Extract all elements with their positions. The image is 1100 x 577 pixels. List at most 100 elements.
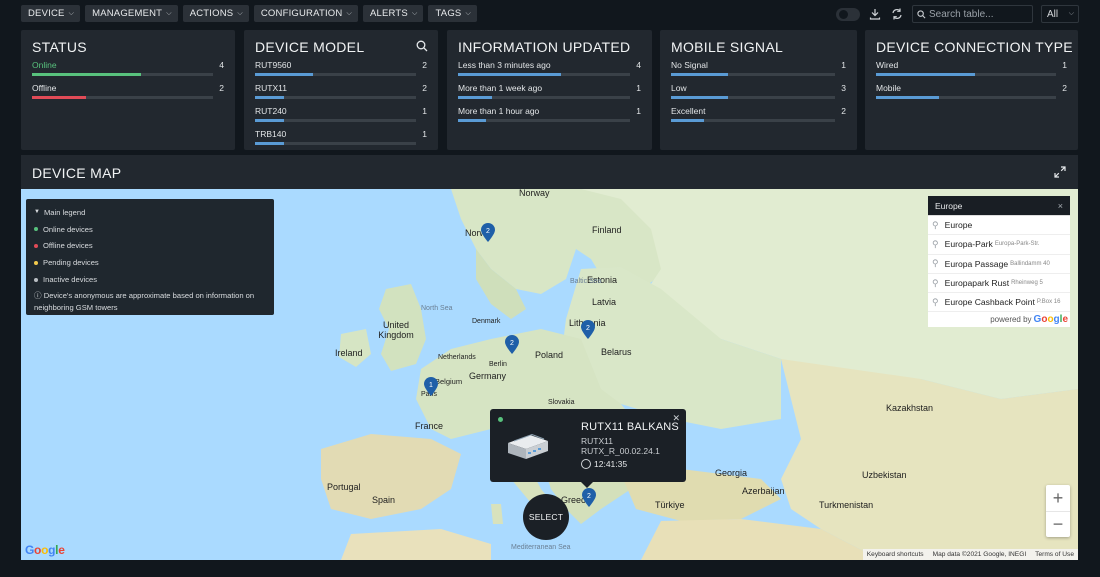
filter-select[interactable]: All ⌵ (1041, 5, 1079, 23)
chevron-down-icon: ⌵ (68, 9, 75, 17)
map-label: Georgia (715, 468, 748, 478)
map-label: Latvia (592, 297, 617, 307)
legend-note: ⓘ Device's anonymous are approximate bas… (34, 290, 266, 314)
pin-icon: ⚲ (932, 219, 939, 230)
stat-row[interactable]: Excellent 2 (671, 106, 846, 126)
terms-of-use-link[interactable]: Terms of Use (1035, 551, 1074, 558)
device-marker[interactable]: 2 (581, 488, 597, 508)
stat-row[interactable]: Mobile 2 (876, 83, 1067, 103)
expand-icon[interactable] (1054, 166, 1066, 178)
stat-row-count: 2 (1062, 83, 1067, 93)
search-icon (917, 9, 926, 18)
alerts-menu-label: Alerts (369, 8, 408, 19)
marker-count: 2 (586, 325, 590, 332)
device-marker[interactable]: 2 (580, 320, 596, 340)
zoom-out-button[interactable]: − (1046, 511, 1070, 537)
stat-row-bar-fill (671, 96, 729, 99)
map-search-input[interactable]: Europe × (928, 196, 1070, 215)
select-button[interactable]: SELECT (523, 494, 569, 540)
suggestion-sub: P.Box 16 (1036, 299, 1061, 306)
management-menu-button[interactable]: Management ⌵ (85, 5, 178, 22)
stat-row-bar-fill (255, 119, 284, 122)
map-footer: Keyboard shortcuts Map data ©2021 Google… (862, 549, 1078, 560)
search-icon[interactable] (416, 40, 428, 52)
suggestion-item[interactable]: ⚲ Europapark Rust Rheinweg 5 (928, 274, 1070, 294)
online-dot-icon (498, 417, 503, 422)
chevron-down-icon: ⌵ (465, 9, 471, 17)
stat-row-count: 1 (1062, 60, 1067, 70)
info-icon: ⓘ (34, 290, 44, 300)
offline-dot-icon (34, 243, 38, 248)
refresh-icon[interactable] (890, 7, 904, 21)
download-icon[interactable] (868, 7, 882, 21)
view-toggle[interactable] (836, 7, 860, 21)
suggestion-item[interactable]: ⚲ Europa-Park Europa-Park-Str. (928, 235, 1070, 255)
stat-row[interactable]: Wired 1 (876, 60, 1067, 80)
stat-row-label: RUTX11 (255, 83, 287, 93)
table-search-input[interactable] (929, 8, 1029, 20)
map-label: Poland (535, 350, 564, 360)
connection-type-card-title: Device Connection Type (876, 39, 1073, 55)
stat-row-bar-fill (876, 73, 975, 76)
stat-row-count: 1 (422, 106, 427, 116)
stat-row[interactable]: RUT9560 2 (255, 60, 427, 80)
stat-row[interactable]: Offline 2 (32, 83, 224, 103)
management-menu-label: Management (92, 8, 163, 19)
stat-row[interactable]: More than 1 hour ago 1 (458, 106, 641, 126)
stat-row-count: 4 (219, 60, 224, 70)
zoom-in-button[interactable]: + (1046, 485, 1070, 511)
zoom-controls: + − (1046, 485, 1070, 537)
mobile-signal-card: Mobile Signal No Signal 1 Low 3 Excellent 2 (660, 30, 857, 150)
stat-row-count: 1 (636, 83, 641, 93)
map-label: Portugal (327, 482, 361, 492)
tags-menu-button[interactable]: Tags ⌵ (428, 5, 477, 22)
suggestion-item[interactable]: ⚲ Europa Passage Ballindamm 40 (928, 255, 1070, 274)
configuration-menu-button[interactable]: Configuration ⌵ (253, 5, 358, 22)
stat-row-bar-fill (255, 96, 284, 99)
map-label: Netherlands (438, 354, 476, 361)
device-marker[interactable]: 1 (423, 377, 439, 397)
stat-row[interactable]: TRB140 1 (255, 129, 427, 149)
device-marker[interactable]: 2 (504, 335, 520, 355)
suggestion-item[interactable]: ⚲ Europe (928, 216, 1070, 236)
google-logo: Google (1033, 314, 1068, 326)
stat-row[interactable]: More than 1 week ago 1 (458, 83, 641, 103)
legend-header[interactable]: ▼ Main legend (34, 204, 266, 221)
map-label: Türkiye (655, 500, 685, 510)
map-label: North Sea (421, 305, 453, 312)
device-menu-button[interactable]: Device ⌵ (21, 5, 81, 22)
stat-row-bar-fill (458, 73, 562, 76)
actions-menu-button[interactable]: Actions ⌵ (182, 5, 249, 22)
device-map[interactable]: Norway Finland Norw Estonia Baltic Sea L… (21, 189, 1078, 560)
pin-icon: ⚲ (932, 258, 939, 269)
stat-row-label: Excellent (671, 106, 706, 116)
stat-row-bar (255, 73, 416, 76)
stat-row-bar-fill (458, 96, 493, 99)
stat-row-bar (671, 119, 835, 122)
powered-by-text: powered by (990, 315, 1032, 325)
close-icon[interactable]: × (1058, 201, 1063, 211)
map-data-attribution: Map data ©2021 Google, INEGI (932, 551, 1027, 558)
stat-row[interactable]: No Signal 1 (671, 60, 846, 80)
suggestion-item[interactable]: ⚲ Europe Cashback Point P.Box 16 (928, 293, 1070, 313)
stat-row[interactable]: RUTX11 2 (255, 83, 427, 103)
map-label: Belarus (601, 347, 632, 357)
legend-note-text: Device's anonymous are approximate based… (34, 290, 255, 312)
stat-row[interactable]: Online 4 (32, 60, 224, 80)
stat-row[interactable]: RUT240 1 (255, 106, 427, 126)
keyboard-shortcuts-link[interactable]: Keyboard shortcuts (867, 551, 924, 558)
device-map-header: Device Map (21, 155, 1078, 189)
alerts-menu-button[interactable]: Alerts ⌵ (362, 5, 424, 22)
stat-row-bar-fill (255, 142, 284, 145)
marker-count: 2 (587, 493, 591, 500)
marker-count: 1 (429, 382, 433, 389)
stat-row[interactable]: Low 3 (671, 83, 846, 103)
stat-row[interactable]: Less than 3 minutes ago 4 (458, 60, 641, 80)
map-search: Europe × ⚲ Europe ⚲ Europa-Park Europa-Park-… (928, 196, 1070, 328)
stat-row-bar (671, 73, 835, 76)
stat-row-label: Offline (32, 83, 57, 93)
stat-row-bar (32, 96, 213, 99)
stat-row-label: Wired (876, 60, 899, 70)
device-marker[interactable]: 2 (480, 223, 496, 243)
legend-item-offline: Offline devices (34, 238, 266, 255)
